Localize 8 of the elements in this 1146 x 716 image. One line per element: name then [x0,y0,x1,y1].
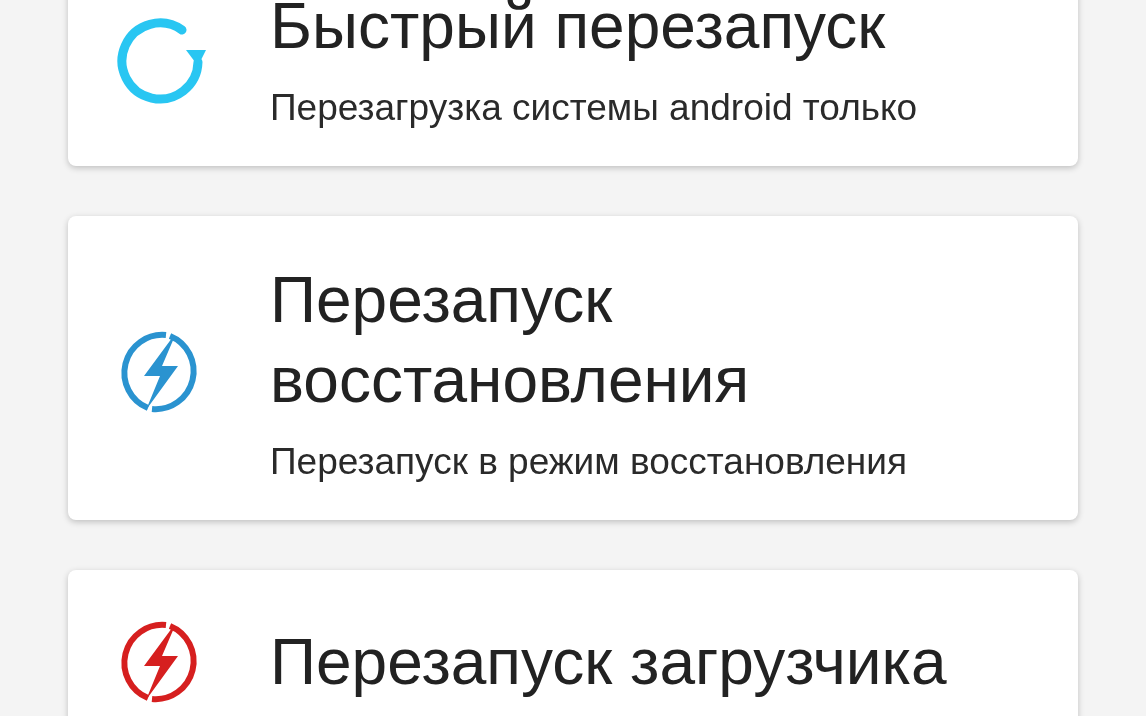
option-card[interactable]: Перезапуск восстановления Перезапуск в режим восстановления [68,216,1078,520]
option-card[interactable]: Перезапуск загрузчика [68,570,1078,716]
option-title: Быстрый перезапуск [270,0,887,64]
option-card[interactable]: Быстрый перезапуск Перезагрузка системы android только [68,0,1078,166]
option-title: Перезапуск загрузчика [270,625,948,700]
option-title: Перезапуск восстановления [270,263,751,418]
option-description: Перезагрузка системы android только [270,86,919,130]
option-description: Перезапуск в режим восстановления [270,440,908,484]
